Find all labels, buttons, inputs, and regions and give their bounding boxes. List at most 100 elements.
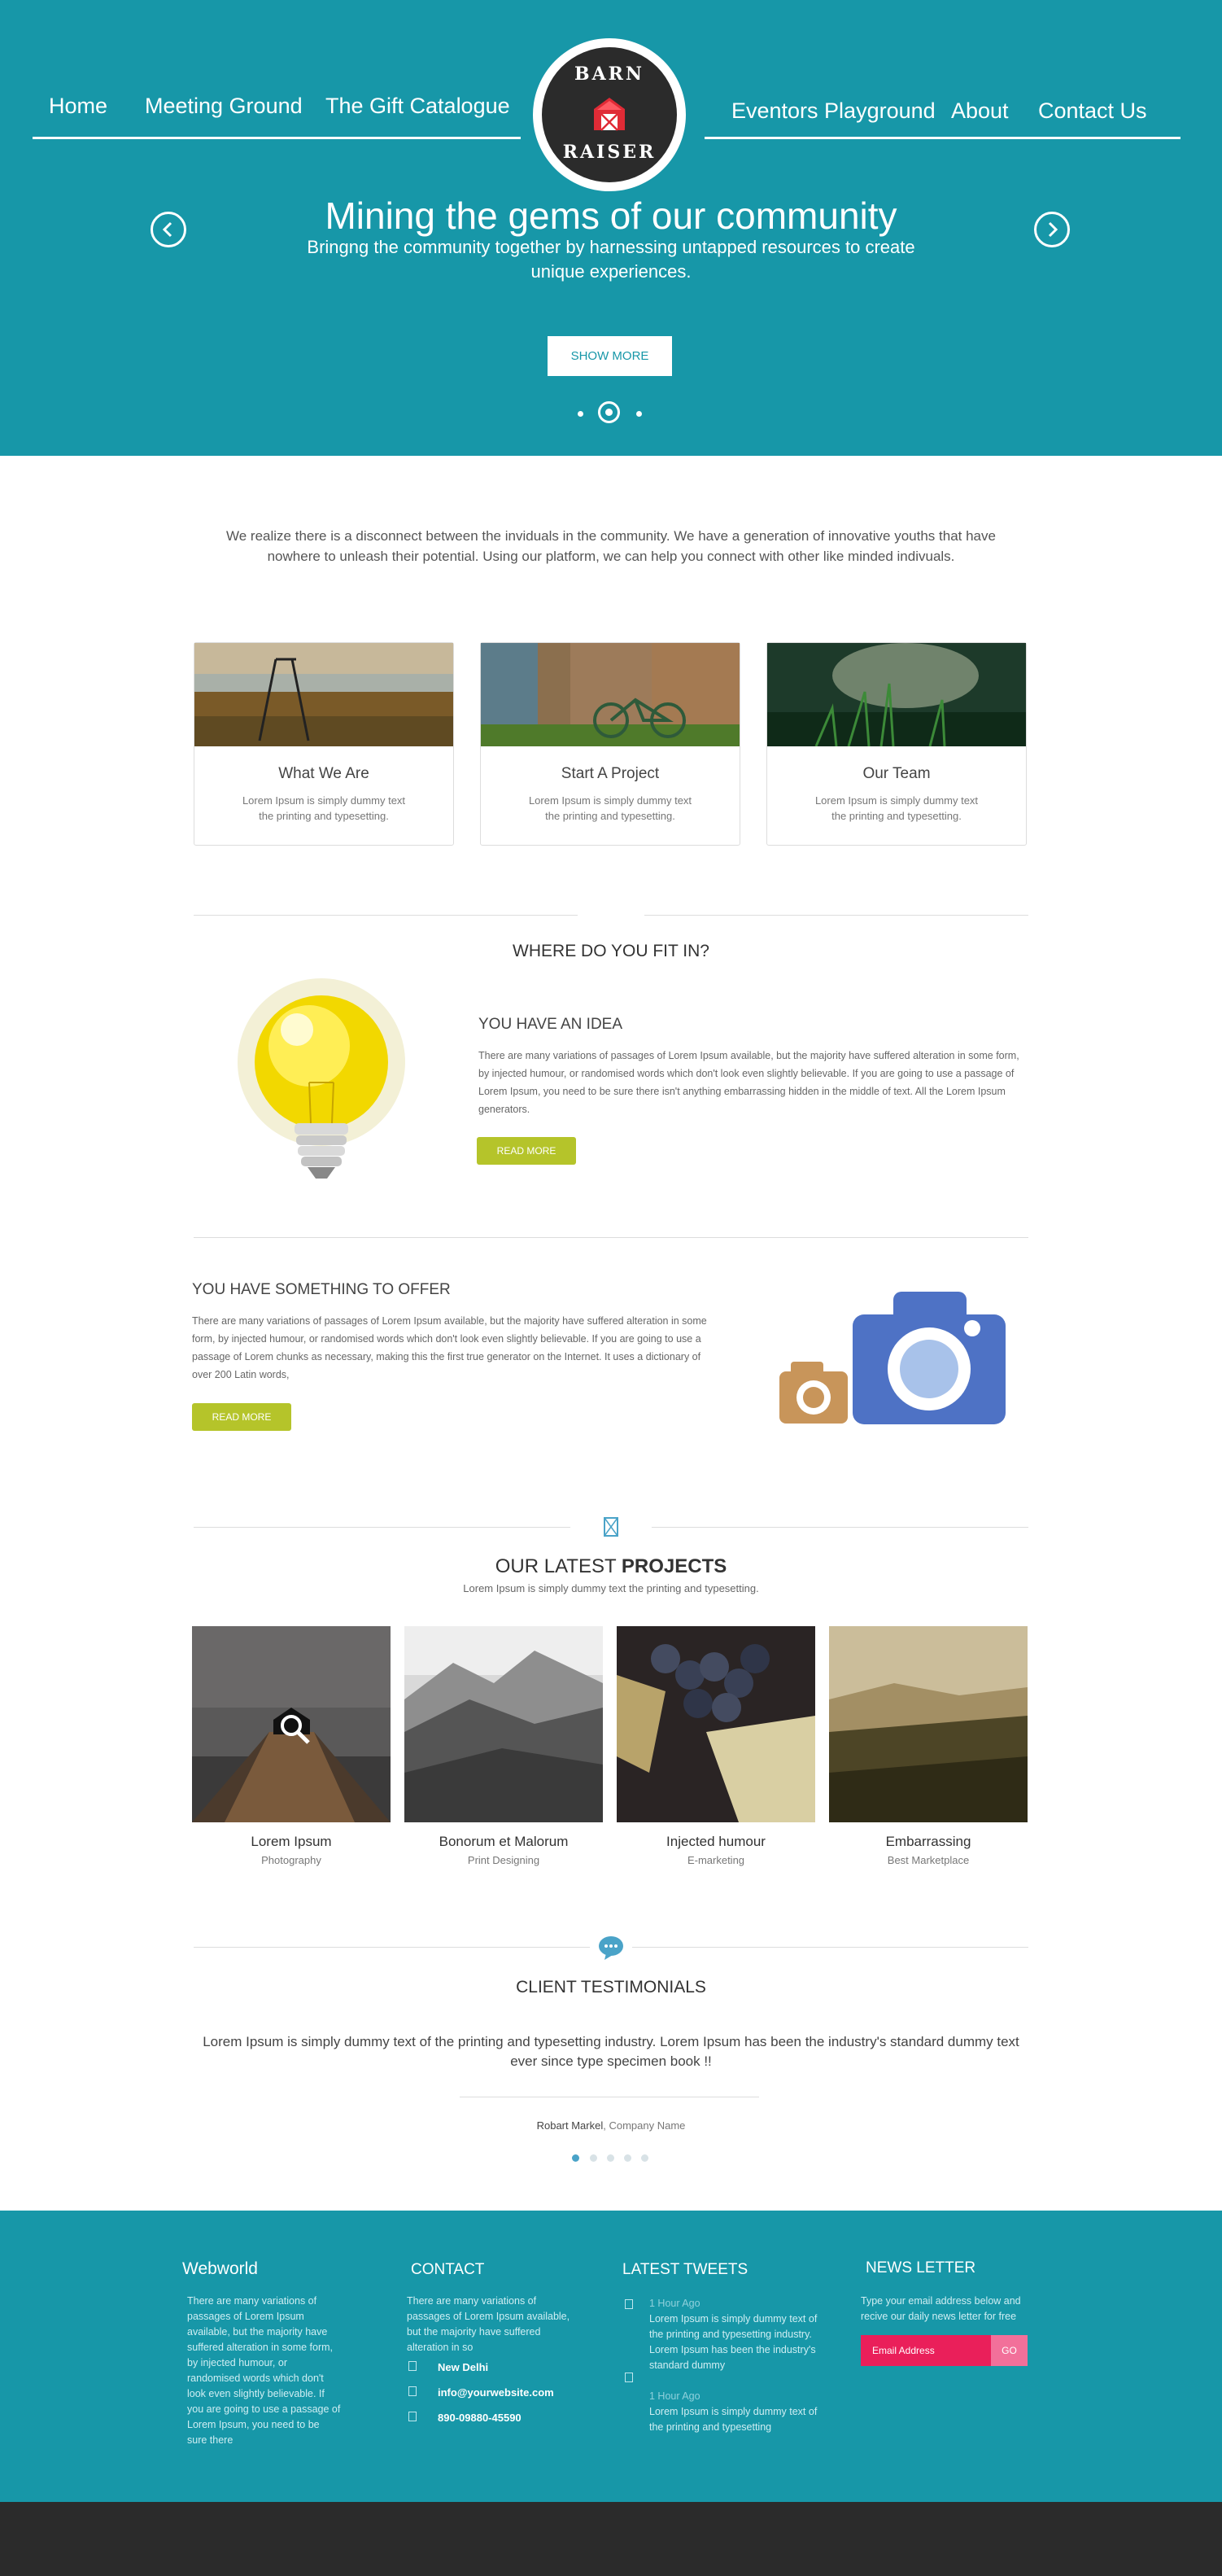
footer-email-link[interactable]: info@yourwebsite.com [438,2386,554,2399]
footer: Webworld There are many variations of pa… [0,2211,1222,2502]
footer-newsletter-head: NEWS LETTER [866,2259,976,2276]
project-category: Print Designing [467,1854,540,1866]
hero-section: Home Meeting Ground The Gift Catalogue E… [0,0,1222,456]
project-category: E-marketing [687,1854,745,1866]
projects-title-light: OUR LATEST [495,1555,622,1577]
testimonials-title: CLIENT TESTIMONIALS [516,1978,706,1997]
bicycle-image [481,643,740,746]
twitter-icon [625,2373,633,2382]
nav-gift-catalogue[interactable]: The Gift Catalogue [325,94,510,119]
divider [194,1237,1028,1238]
nav-home[interactable]: Home [49,94,107,119]
card-text: Lorem Ipsum is simply dummy text the pri… [528,794,692,822]
slider-dot-3[interactable] [636,411,642,417]
offer-read-more-button[interactable]: READ MORE [192,1403,291,1431]
newsletter-go-button[interactable]: GO [991,2335,1028,2366]
phone-icon [408,2412,417,2421]
divider-right [652,1527,1028,1528]
logo-badge: BARN RAISER [542,47,677,182]
projects-title: OUR LATEST PROJECTS [367,1555,855,1578]
divider-right [632,1947,1028,1948]
footer-contact-head: CONTACT [411,2261,485,2278]
project-title: Embarrassing [885,1834,971,1849]
hero-subtitle: Bringng the community together by harnes… [307,237,915,282]
testimonial-dot-2[interactable] [590,2154,597,2162]
idea-read-more-button[interactable]: READ MORE [477,1137,576,1165]
tweet-text: Lorem Ipsum is simply dummy text of the … [649,2406,818,2433]
author-company: , Company Name [603,2119,686,2132]
grass-image [767,643,1026,746]
slider-next-button[interactable] [1034,212,1070,247]
card-text: Lorem Ipsum is simply dummy text the pri… [242,794,406,822]
testimonial-dot-3[interactable] [607,2154,614,2162]
testimonial-dot-4[interactable] [624,2154,631,2162]
hills-image[interactable] [829,1626,1028,1822]
footer-city: New Delhi [438,2361,489,2373]
grapes-image[interactable] [617,1626,815,1822]
footer-contact-text: There are many variations of passages of… [407,2295,570,2353]
projects-subtitle: Lorem Ipsum is simply dummy text the pri… [463,1582,759,1594]
tweet-text: Lorem Ipsum is simply dummy text of the … [649,2313,818,2371]
show-more-button[interactable]: SHOW MORE [548,336,672,376]
card-start-project[interactable]: Start A Project Lorem Ipsum is simply du… [480,642,740,846]
chevron-right-icon [1048,221,1058,238]
hero-title: Mining the gems of our community [325,195,897,237]
offer-text: There are many variations of passages of… [192,1315,707,1380]
testimonial-author: Robart Markel, Company Name [367,2119,855,2132]
offer-heading: YOU HAVE SOMETHING TO OFFER [192,1281,451,1298]
intro-text: We realize there is a disconnect between… [226,528,996,564]
divider-left [194,1947,590,1948]
chevron-left-icon [162,221,172,238]
location-icon [408,2361,417,2371]
author-name: Robart Markel [536,2119,604,2132]
testimonial-dot-5[interactable] [641,2154,648,2162]
footer-phone: 890-09880-45590 [438,2412,522,2424]
hourglass-icon [604,1517,618,1537]
divider-left [194,1527,570,1528]
nav-underline-left [33,137,521,139]
divider-left [194,915,578,916]
newsletter-text: Type your email address below and recive… [861,2295,1021,2322]
site-logo[interactable]: BARN RAISER [533,38,686,191]
slider-dot-1[interactable] [578,411,583,417]
project-title: Bonorum et Malorum [439,1834,569,1849]
logo-word-bottom: RAISER [562,142,657,163]
nav-eventors-playground[interactable]: Eventors Playground [731,98,936,124]
card-our-team[interactable]: Our Team Lorem Ipsum is simply dummy tex… [766,642,1027,846]
project-title: Lorem Ipsum [251,1834,332,1849]
nav-contact-us[interactable]: Contact Us [1038,98,1147,124]
project-category: Photography [261,1854,321,1866]
nav-meeting-ground[interactable]: Meeting Ground [145,94,303,119]
tweet-time: 1 Hour Ago [649,2298,700,2309]
divider-right [644,915,1028,916]
mountain-image[interactable] [404,1626,603,1822]
mail-icon [408,2386,417,2396]
pier-image[interactable] [192,1626,391,1822]
nav-about[interactable]: About [951,98,1009,124]
idea-heading: YOU HAVE AN IDEA [478,1016,623,1033]
bottom-bar [0,2502,1222,2576]
testimonial-quote: Lorem Ipsum is simply dummy text of the … [203,2034,1019,2069]
page: Home Meeting Ground The Gift Catalogue E… [0,0,1222,2576]
card-what-we-are[interactable]: What We Are Lorem Ipsum is simply dummy … [194,642,454,846]
idea-text: There are many variations of passages of… [478,1050,1019,1115]
camera-icon [779,1292,1006,1424]
fit-title: WHERE DO YOU FIT IN? [513,942,709,960]
testimonial-dot-1-active[interactable] [572,2154,579,2162]
logo-word-top: BARN [574,63,645,85]
speech-bubble-icon [599,1936,623,1960]
card-title: Our Team [862,765,931,782]
nav-underline-right [705,137,1181,139]
slider-prev-button[interactable] [151,212,186,247]
newsletter-email-input[interactable] [861,2335,991,2366]
card-title: Start A Project [561,765,660,782]
barn-icon [594,98,625,131]
lake-image [194,643,453,746]
project-category: Best Marketplace [887,1854,970,1866]
card-text: Lorem Ipsum is simply dummy text the pri… [814,794,979,822]
slider-dot-2-active[interactable] [598,401,620,423]
twitter-icon [625,2299,633,2309]
card-title: What We Are [278,765,369,782]
projects-title-bold: PROJECTS [621,1555,727,1577]
footer-brand-text: There are many variations of passages of… [187,2295,341,2446]
